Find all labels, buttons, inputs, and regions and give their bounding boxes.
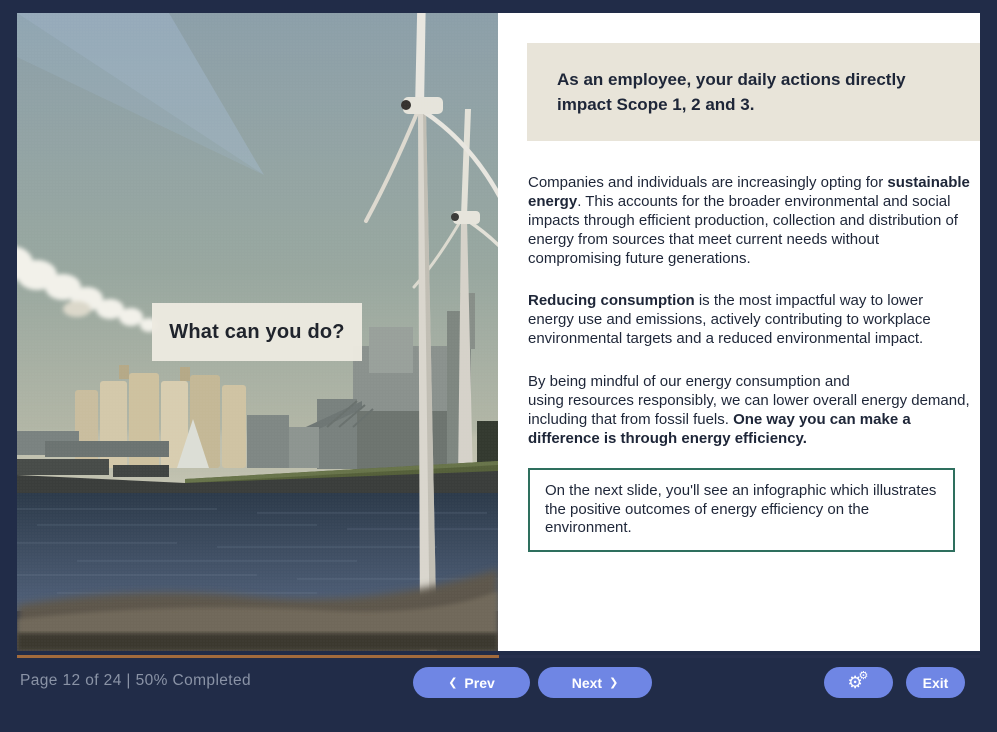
prev-button[interactable]: ❮ Prev bbox=[413, 667, 530, 698]
next-label: Next bbox=[572, 675, 602, 691]
gears-icon: ⚙ ⚙ bbox=[848, 673, 870, 693]
next-button[interactable]: Next ❯ bbox=[538, 667, 652, 698]
photo-panel: What can you do? bbox=[17, 13, 498, 651]
paragraph: Companies and individuals are increasing… bbox=[528, 174, 970, 268]
page-status: Page 12 of 24 | 50% Completed bbox=[20, 672, 251, 690]
content-panel: As an employee, your daily actions direc… bbox=[498, 13, 980, 651]
settings-button[interactable]: ⚙ ⚙ bbox=[824, 667, 893, 698]
header-banner: As an employee, your daily actions direc… bbox=[527, 43, 980, 141]
header-text: As an employee, your daily actions direc… bbox=[557, 67, 938, 118]
image-caption: What can you do? bbox=[169, 321, 344, 344]
chevron-left-icon: ❮ bbox=[448, 678, 457, 689]
exit-label: Exit bbox=[923, 675, 949, 691]
slide: What can you do? As an employee, your da… bbox=[17, 13, 980, 651]
image-caption-box: What can you do? bbox=[152, 303, 362, 361]
paragraph: Reducing consumption is the most impactf… bbox=[528, 292, 970, 349]
callout-text: On the next slide, you'll see an infogra… bbox=[545, 482, 938, 539]
paragraph: By being mindful of our energy consumpti… bbox=[528, 373, 970, 449]
prev-label: Prev bbox=[464, 675, 494, 691]
callout-box: On the next slide, you'll see an infogra… bbox=[528, 468, 955, 553]
chevron-right-icon: ❯ bbox=[609, 678, 618, 689]
exit-button[interactable]: Exit bbox=[906, 667, 965, 698]
progress-fill bbox=[17, 655, 499, 658]
body-copy: Companies and individuals are increasing… bbox=[528, 174, 970, 552]
progress-bar bbox=[17, 655, 980, 658]
